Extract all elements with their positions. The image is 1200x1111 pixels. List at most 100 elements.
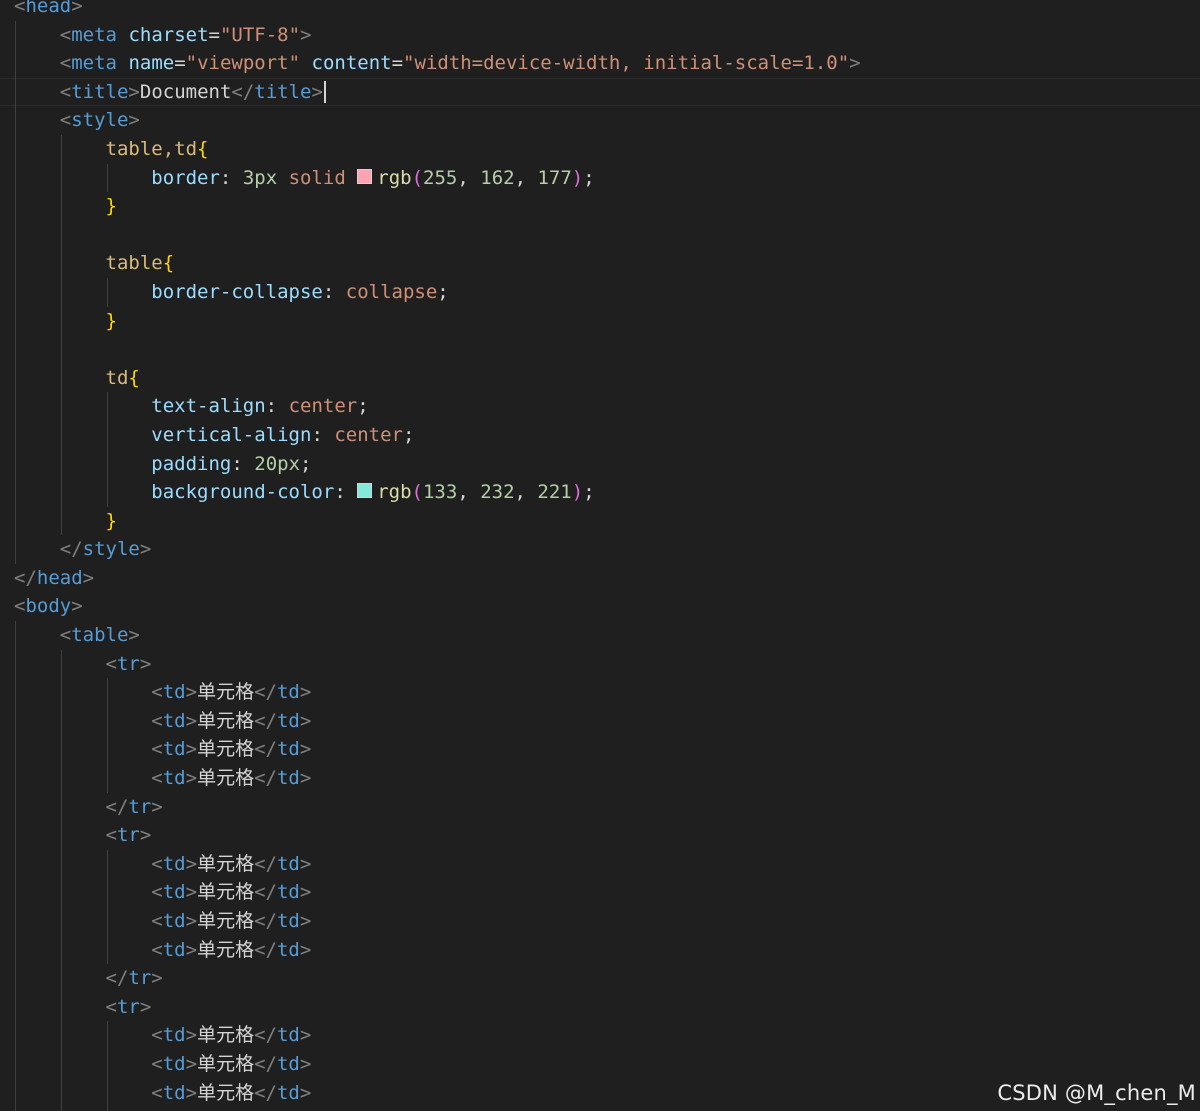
code-token: td xyxy=(276,852,300,875)
code-token: { xyxy=(128,366,140,389)
code-token: > xyxy=(849,52,861,75)
indent-guide xyxy=(106,1021,108,1050)
code-line[interactable]: <td>单元格</td> xyxy=(0,849,1200,879)
code-line[interactable]: <meta charset="UTF-8"> xyxy=(0,20,1200,50)
code-token: < xyxy=(151,910,163,932)
code-token: , xyxy=(457,166,481,189)
code-token: } xyxy=(105,309,117,332)
code-token: 177 xyxy=(537,166,572,189)
code-token: = xyxy=(174,52,186,75)
code-line[interactable]: </tr> xyxy=(0,964,1200,993)
code-line[interactable]: <tr> xyxy=(0,649,1200,679)
code-line[interactable]: } xyxy=(0,306,1200,336)
indent-guide xyxy=(60,907,62,936)
code-line[interactable]: <td>单元格</td> xyxy=(0,878,1200,907)
code-line[interactable]: <td>单元格</td> xyxy=(0,1049,1200,1079)
code-line[interactable]: <head> xyxy=(0,0,1200,21)
indent-guide xyxy=(14,1021,16,1050)
code-token: > xyxy=(299,738,312,761)
indent-guide xyxy=(60,649,62,679)
code-token: > xyxy=(299,1024,312,1047)
code-line[interactable]: <td>单元格</td> xyxy=(0,706,1200,736)
code-token: content xyxy=(311,52,392,75)
indent-guide xyxy=(60,964,62,993)
code-token: tr xyxy=(116,824,140,847)
code-line[interactable]: <td>单元格</td> xyxy=(0,907,1200,936)
indent-guide xyxy=(14,306,16,336)
code-line[interactable]: <td>单元格</td> xyxy=(0,764,1200,793)
code-token: > xyxy=(71,595,83,618)
indent-guide xyxy=(14,706,16,736)
code-line[interactable]: <td>单元格</td> xyxy=(0,935,1200,965)
code-line[interactable]: <tr> xyxy=(0,821,1200,850)
code-line[interactable]: <td>单元格</td> xyxy=(0,735,1200,765)
code-line[interactable]: border-collapse: collapse; xyxy=(0,277,1200,307)
indent-guide xyxy=(60,1049,62,1079)
code-token: charset xyxy=(128,23,209,46)
code-token: > xyxy=(299,1081,312,1104)
code-line[interactable]: <td>单元格</td> xyxy=(0,678,1200,707)
code-line[interactable]: vertical-align: center; xyxy=(0,420,1200,450)
code-line[interactable]: </head> xyxy=(0,564,1200,593)
code-token: </ xyxy=(254,681,277,704)
code-line[interactable]: <meta name="viewport" content="width=dev… xyxy=(0,49,1200,78)
code-token: ) xyxy=(571,481,584,504)
code-token: </ xyxy=(14,566,37,589)
indent-guide xyxy=(60,363,62,393)
code-token: > xyxy=(299,938,312,961)
code-line[interactable]: <title>Document</title> xyxy=(0,77,1200,107)
code-token: center xyxy=(334,423,403,446)
code-token: tr xyxy=(128,967,152,990)
code-token: < xyxy=(151,1024,163,1047)
code-token: > xyxy=(299,681,312,704)
code-line[interactable]: <table> xyxy=(0,621,1200,650)
code-token: > xyxy=(151,967,163,990)
code-token: > xyxy=(185,1081,198,1104)
code-line[interactable]: td{ xyxy=(0,363,1200,393)
code-line[interactable]: } xyxy=(0,506,1200,536)
indent-guide xyxy=(14,1078,16,1108)
indent-guide xyxy=(60,134,62,164)
code-token: > xyxy=(185,681,198,704)
indent-guide xyxy=(14,1107,16,1111)
color-swatch-icon[interactable] xyxy=(357,483,373,499)
code-line[interactable]: background-color: rgb(133, 232, 221); xyxy=(0,478,1200,507)
code-editor[interactable]: <head> <meta charset="UTF-8"> <meta name… xyxy=(0,0,1200,1111)
code-line[interactable]: <body> xyxy=(0,592,1200,621)
code-token: td xyxy=(162,1024,186,1047)
code-line[interactable]: </tr> xyxy=(0,792,1200,822)
indent-guide xyxy=(60,277,62,307)
code-line[interactable]: <td>单元格</td> xyxy=(0,1107,1200,1111)
code-token: center xyxy=(288,395,358,418)
code-line[interactable]: } xyxy=(0,192,1200,221)
code-token: tr xyxy=(116,652,140,675)
code-line[interactable]: <style> xyxy=(0,106,1200,135)
indent-guide xyxy=(60,306,62,336)
indent-guide xyxy=(14,678,16,707)
code-token: td xyxy=(162,938,186,961)
code-line[interactable] xyxy=(0,220,1200,250)
code-line[interactable]: table{ xyxy=(0,249,1200,278)
indent-guide xyxy=(106,1107,108,1111)
code-token: < xyxy=(59,23,72,46)
code-token: td xyxy=(162,681,186,704)
color-swatch-icon[interactable] xyxy=(357,168,373,184)
code-line[interactable]: table,td{ xyxy=(0,134,1200,164)
code-line[interactable]: <td>单元格</td> xyxy=(0,1021,1200,1050)
code-line[interactable]: padding: 20px; xyxy=(0,449,1200,479)
indent-guide xyxy=(14,106,16,135)
code-line[interactable]: <tr> xyxy=(0,992,1200,1022)
code-line[interactable] xyxy=(0,335,1200,364)
code-line[interactable]: border: 3px solid rgb(255, 162, 177); xyxy=(0,163,1200,193)
indent-guide xyxy=(106,706,108,736)
code-line[interactable]: text-align: center; xyxy=(0,392,1200,421)
indent-guide xyxy=(14,478,16,507)
indent-guide xyxy=(14,277,16,307)
code-line[interactable]: </style> xyxy=(0,535,1200,564)
